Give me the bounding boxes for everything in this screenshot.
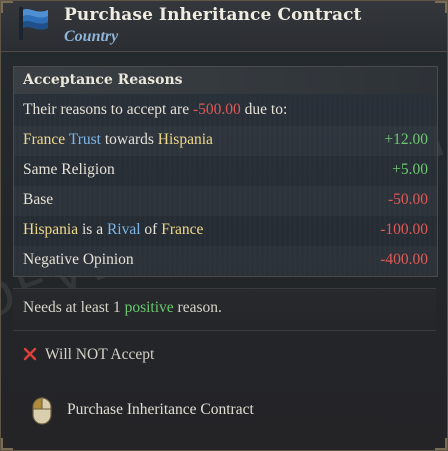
reason-label-part: Hispania bbox=[157, 131, 213, 148]
reason-row: Negative Opinion -400.00 bbox=[14, 246, 437, 276]
reason-label: Hispania is a Rival of France bbox=[23, 221, 203, 239]
reason-value: +12.00 bbox=[384, 131, 428, 148]
reason-label-part: Trust bbox=[65, 131, 101, 148]
requirement-prefix: Needs at least bbox=[23, 299, 113, 316]
reason-label-part: Rival bbox=[106, 221, 141, 238]
tooltip-title: Purchase Inheritance Contract bbox=[64, 5, 362, 25]
reason-value: +5.00 bbox=[392, 161, 428, 178]
reason-label-part: France bbox=[23, 131, 66, 148]
frame-corner bbox=[1, 1, 13, 13]
reason-label-part: Hispania bbox=[23, 221, 79, 238]
summary-text: Their reasons to accept are -500.00 due … bbox=[23, 101, 287, 119]
blue-flag-icon bbox=[19, 7, 48, 40]
reason-label-part: Negative Opinion bbox=[23, 251, 134, 268]
reason-label-part: of bbox=[140, 221, 162, 238]
red-x-icon bbox=[23, 347, 37, 361]
reason-row: Hispania is a Rival of France -100.00 bbox=[14, 216, 437, 246]
requirement-suffix: reason. bbox=[173, 299, 222, 316]
reason-label: Same Religion bbox=[23, 161, 115, 179]
requirement-text: Needs at least 1 positive reason. bbox=[23, 299, 222, 317]
acceptance-reasons-title: Acceptance Reasons bbox=[23, 72, 183, 88]
summary-value: -500.00 bbox=[192, 101, 241, 118]
reason-label-part: Base bbox=[23, 191, 54, 208]
requirement-box: Needs at least 1 positive reason. bbox=[13, 288, 436, 331]
requirement-keyword: positive bbox=[120, 299, 174, 316]
action-hint: Purchase Inheritance Contract bbox=[67, 401, 254, 418]
acceptance-reasons-panel: Acceptance Reasons Their reasons to acce… bbox=[13, 66, 438, 277]
reason-value: -400.00 bbox=[380, 251, 428, 268]
reason-row: Same Religion +5.00 bbox=[14, 156, 437, 186]
summary-suffix: due to: bbox=[240, 101, 288, 118]
acceptance-summary: Their reasons to accept are -500.00 due … bbox=[14, 96, 437, 126]
reason-label-part: Same Religion bbox=[23, 161, 115, 178]
verdict-text: Will NOT Accept bbox=[45, 346, 154, 364]
acceptance-reasons-header: Acceptance Reasons bbox=[14, 67, 437, 94]
reason-value: -50.00 bbox=[387, 191, 428, 208]
reason-label-part: France bbox=[161, 221, 204, 238]
requirement-count: 1 bbox=[112, 299, 121, 316]
frame-corner bbox=[435, 1, 447, 13]
reason-label: Negative Opinion bbox=[23, 251, 134, 269]
reason-value: -100.00 bbox=[380, 221, 428, 238]
verdict-label: Will NOT Accept bbox=[45, 346, 155, 363]
reason-label: France Trust towards Hispania bbox=[23, 131, 213, 149]
reason-row: France Trust towards Hispania +12.00 bbox=[14, 126, 437, 156]
tooltip-header: Purchase Inheritance Contract Country bbox=[1, 1, 447, 52]
tooltip-window: DEVELOPMENT IN DEV Purchase Inheritance … bbox=[0, 0, 448, 451]
reason-label-part: is a bbox=[78, 221, 107, 238]
reason-label: Base bbox=[23, 191, 53, 209]
summary-prefix: Their reasons to accept are bbox=[23, 101, 193, 118]
tooltip-subtitle: Country bbox=[64, 28, 119, 45]
reason-row: Base -50.00 bbox=[14, 186, 437, 216]
mouse-left-click-icon bbox=[32, 397, 52, 425]
frame-corner bbox=[1, 438, 13, 450]
frame-corner bbox=[435, 438, 447, 450]
reason-label-part: towards bbox=[100, 131, 158, 148]
